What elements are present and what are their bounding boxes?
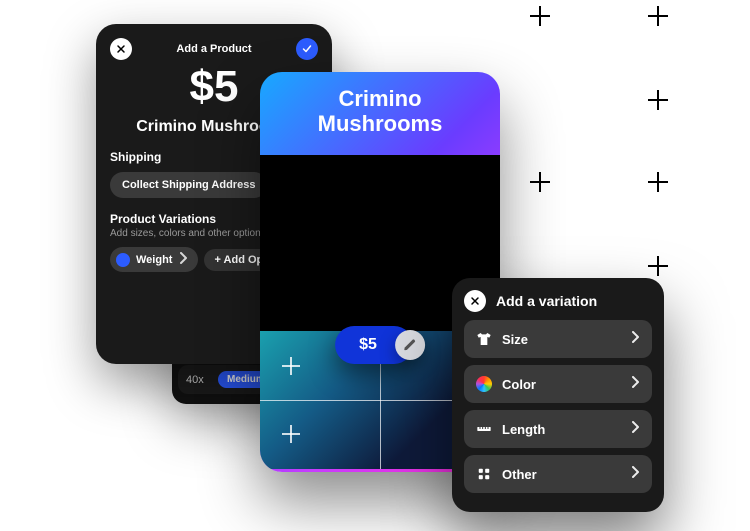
variation-option-label: Length (502, 422, 622, 437)
variation-popover-title: Add a variation (496, 293, 597, 309)
variation-option-other[interactable]: Other (464, 455, 652, 493)
preview-title: Crimino Mushrooms (280, 86, 480, 137)
grid-icon (476, 466, 492, 482)
shirt-icon (476, 331, 492, 347)
variation-option-color[interactable]: Color (464, 365, 652, 403)
confirm-button[interactable] (296, 38, 318, 60)
chevron-right-icon (632, 330, 640, 348)
variation-option-size[interactable]: Size (464, 320, 652, 358)
panel-title: Add a Product (176, 43, 251, 55)
weight-chip[interactable]: Weight (110, 247, 198, 272)
pencil-icon (403, 338, 417, 352)
plus-icon (282, 425, 300, 443)
variation-option-label: Other (502, 467, 622, 482)
chevron-right-icon (632, 465, 640, 483)
check-icon (301, 43, 313, 55)
price-pill-group: $5 (335, 326, 425, 364)
plus-icon (282, 357, 300, 375)
close-icon (115, 43, 127, 55)
edit-price-button[interactable] (395, 330, 425, 360)
close-button[interactable] (110, 38, 132, 60)
stage: 40x Medium Yellow 40x Large Yellow 40x S… (0, 0, 750, 531)
close-icon (469, 295, 481, 307)
chevron-right-icon (180, 252, 188, 267)
chevron-right-icon (632, 375, 640, 393)
chip-color-dot (116, 253, 130, 267)
variation-option-length[interactable]: Length (464, 410, 652, 448)
variation-option-label: Color (502, 377, 622, 392)
variation-qty: 40x (186, 374, 212, 386)
variation-option-label: Size (502, 332, 622, 347)
ruler-icon (476, 421, 492, 437)
collect-shipping-pill[interactable]: Collect Shipping Address (110, 172, 267, 198)
color-wheel-icon (476, 376, 492, 392)
weight-chip-label: Weight (136, 254, 172, 266)
add-variation-popover: Add a variation Size Color Length (452, 278, 664, 512)
close-button[interactable] (464, 290, 486, 312)
chevron-right-icon (632, 420, 640, 438)
